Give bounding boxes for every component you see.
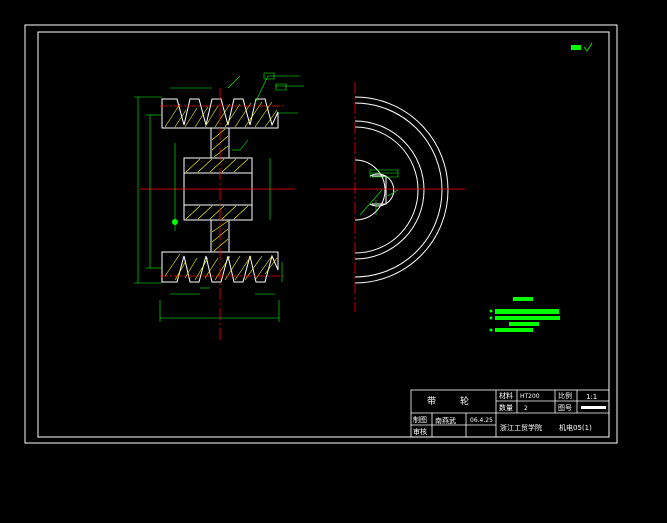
title-block: 带 轮 材料 HT200 数量 2 比例 1:1 图号 制图 南燕武 06.4.… (410, 389, 610, 438)
outer-circle (354, 96, 449, 284)
part-name-2: 轮 (460, 395, 469, 407)
outer-frame (24, 24, 618, 444)
side-view (354, 96, 449, 284)
drawing-number-bar (581, 406, 606, 409)
hub-circle (354, 159, 386, 221)
cad-drawing-canvas[interactable]: 带 轮 材料 HT200 数量 2 比例 1:1 图号 制图 南燕武 06.4.… (0, 0, 667, 523)
drawn-label: 制图 (413, 415, 427, 424)
material-label: 材料 (499, 391, 513, 400)
checked-label: 审核 (413, 427, 427, 436)
drawing-no-label: 图号 (558, 404, 572, 412)
dimension-tick-marks (172, 219, 178, 225)
outer-circle-2 (354, 102, 443, 278)
material-value: HT200 (520, 393, 540, 400)
drawn-name: 南燕武 (435, 416, 456, 425)
quantity-label: 数量 (499, 403, 513, 412)
technical-notes (489, 297, 560, 332)
inner-frame (37, 31, 610, 438)
drawn-date: 06.4.25 (470, 417, 493, 424)
section-view (134, 72, 304, 340)
groove-circle (354, 120, 425, 260)
roughness-symbol-icon (571, 42, 593, 52)
class-name: 机电05(1) (559, 423, 592, 432)
school-name: 浙江工贸学院 (500, 423, 542, 432)
scale-label: 比例 (558, 391, 572, 400)
scale-value: 1:1 (586, 393, 597, 401)
quantity-value: 2 (524, 405, 528, 412)
part-name-1: 带 (427, 396, 436, 407)
